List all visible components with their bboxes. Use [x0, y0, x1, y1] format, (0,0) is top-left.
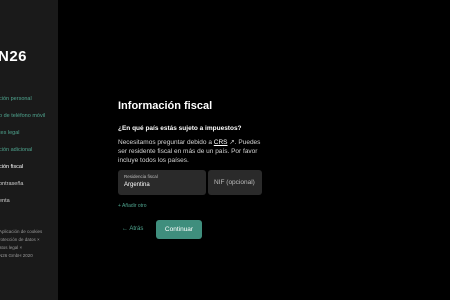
step-additional-info[interactable]: ción adicional	[0, 146, 45, 163]
page-title: Información fiscal	[118, 100, 213, 112]
data-protection-link[interactable]: rotección de datos ×	[0, 236, 42, 244]
sidebar: N26 ción personal o de teléfono móvil te…	[0, 0, 58, 300]
back-button[interactable]: ← Atrás	[122, 226, 143, 232]
nif-placeholder: NIF (opcional)	[214, 179, 255, 186]
copyright: N26 GmbH 2020	[0, 253, 33, 258]
crs-link[interactable]: CRS	[214, 139, 228, 146]
main-content: Información fiscal ¿En qué país estás su…	[58, 0, 450, 300]
step-personal-info[interactable]: ción personal	[0, 95, 45, 112]
sidebar-footer: Aplicación de cookies rotección de datos…	[0, 228, 42, 260]
cookies-link[interactable]: Aplicación de cookies	[0, 228, 42, 236]
tax-question: ¿En qué país estás sujeto a impuestos?	[118, 125, 242, 132]
description-text-before: Necesitamos preguntar debido a	[118, 139, 214, 146]
tax-residence-value: Argentina	[124, 182, 150, 188]
n26-logo: N26	[0, 48, 28, 65]
external-link-icon: ↗	[227, 139, 235, 146]
tax-description: Necesitamos preguntar debido a CRS ↗. Pu…	[118, 138, 268, 165]
tax-residence-label: Residencia fiscal	[124, 174, 158, 179]
progress-steps: ción personal o de teléfono móvil tes le…	[0, 95, 45, 214]
nif-input[interactable]: NIF (opcional)	[208, 170, 262, 195]
tax-residence-select[interactable]: Residencia fiscal Argentina	[118, 170, 206, 195]
step-phone-number[interactable]: o de teléfono móvil	[0, 112, 45, 129]
add-another-country-link[interactable]: + Añadir otro	[118, 203, 147, 209]
step-password: ontraseña	[0, 181, 24, 187]
step-account: enta	[0, 198, 10, 204]
legal-link[interactable]: atos legal ×	[0, 244, 42, 252]
step-tax-info: ción fiscal	[0, 164, 24, 170]
continue-button[interactable]: Continuar	[156, 220, 202, 239]
step-legal[interactable]: tes legal	[0, 129, 45, 146]
